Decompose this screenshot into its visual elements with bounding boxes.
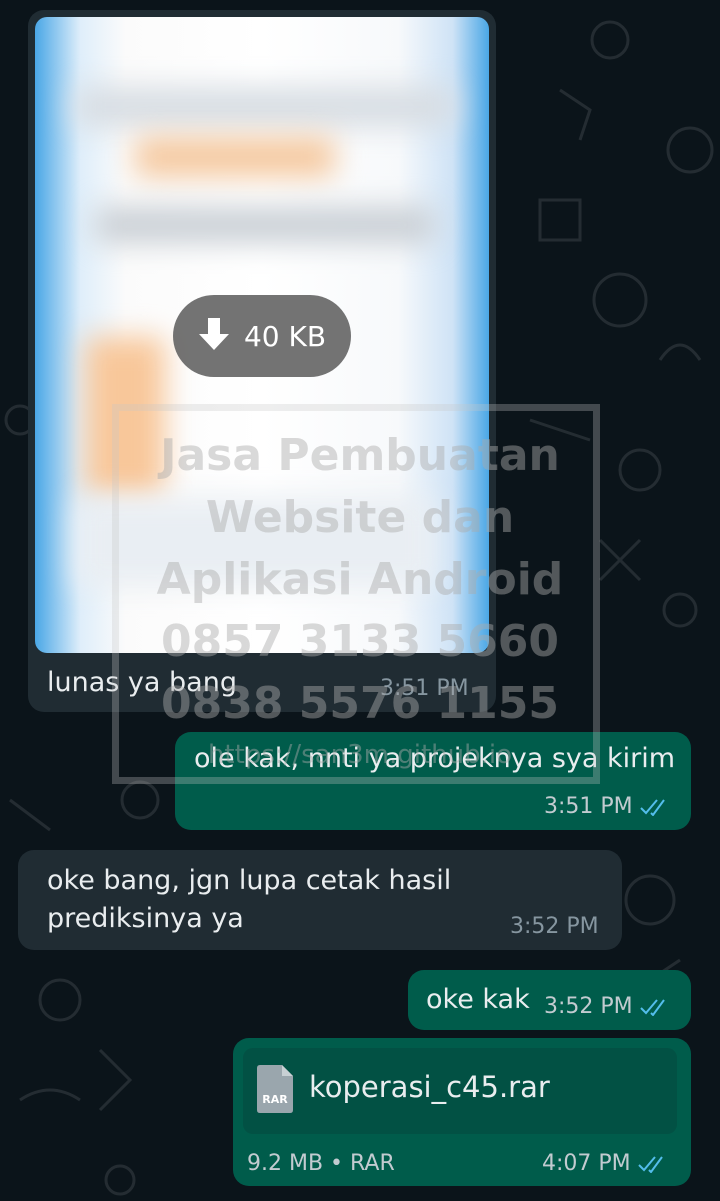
rar-file-icon-label: RAR: [262, 1093, 288, 1106]
download-button[interactable]: 40 KB: [173, 295, 351, 377]
image-message[interactable]: 40 KB lunas ya bang 3:51 PM: [28, 10, 496, 712]
download-arrow-icon: [198, 318, 229, 350]
outgoing-message[interactable]: ole kak, nnti ya projeknya sya kirim 3:5…: [175, 732, 691, 830]
double-check-icon: [639, 799, 665, 816]
blurred-image-preview[interactable]: 40 KB: [35, 17, 489, 653]
message-text: oke kak: [426, 984, 530, 1015]
message-time-text: 3:51 PM: [544, 794, 633, 819]
file-name: koperasi_c45.rar: [309, 1070, 550, 1104]
message-text: ole kak, nnti ya projeknya sya kirim: [194, 743, 676, 774]
outgoing-message[interactable]: oke kak 3:52 PM: [408, 970, 691, 1030]
message-time-text: 4:07 PM: [542, 1151, 631, 1176]
document-message[interactable]: RAR koperasi_c45.rar 9.2 MB • RAR 4:07 P…: [233, 1038, 691, 1186]
message-time: 3:51 PM: [380, 676, 469, 701]
message-text: oke bang, jgn lupa cetak hasil prediksin…: [47, 865, 452, 934]
double-check-icon: [639, 999, 665, 1016]
message-time-text: 3:52 PM: [544, 994, 633, 1019]
document-card[interactable]: RAR koperasi_c45.rar: [243, 1048, 677, 1134]
message-time: 3:52 PM: [510, 914, 599, 939]
incoming-message[interactable]: oke bang, jgn lupa cetak hasil prediksin…: [18, 850, 622, 950]
download-size: 40 KB: [243, 319, 327, 353]
image-caption: lunas ya bang: [47, 667, 237, 698]
chat-thread: 40 KB lunas ya bang 3:51 PM ole kak, nnt…: [0, 0, 720, 1201]
message-time: 4:07 PM: [542, 1151, 667, 1176]
double-check-icon: [637, 1156, 663, 1173]
rar-file-icon: RAR: [257, 1065, 293, 1113]
file-meta: 9.2 MB • RAR: [247, 1151, 395, 1176]
message-time: 3:52 PM: [544, 994, 669, 1019]
message-time: 3:51 PM: [544, 794, 669, 819]
